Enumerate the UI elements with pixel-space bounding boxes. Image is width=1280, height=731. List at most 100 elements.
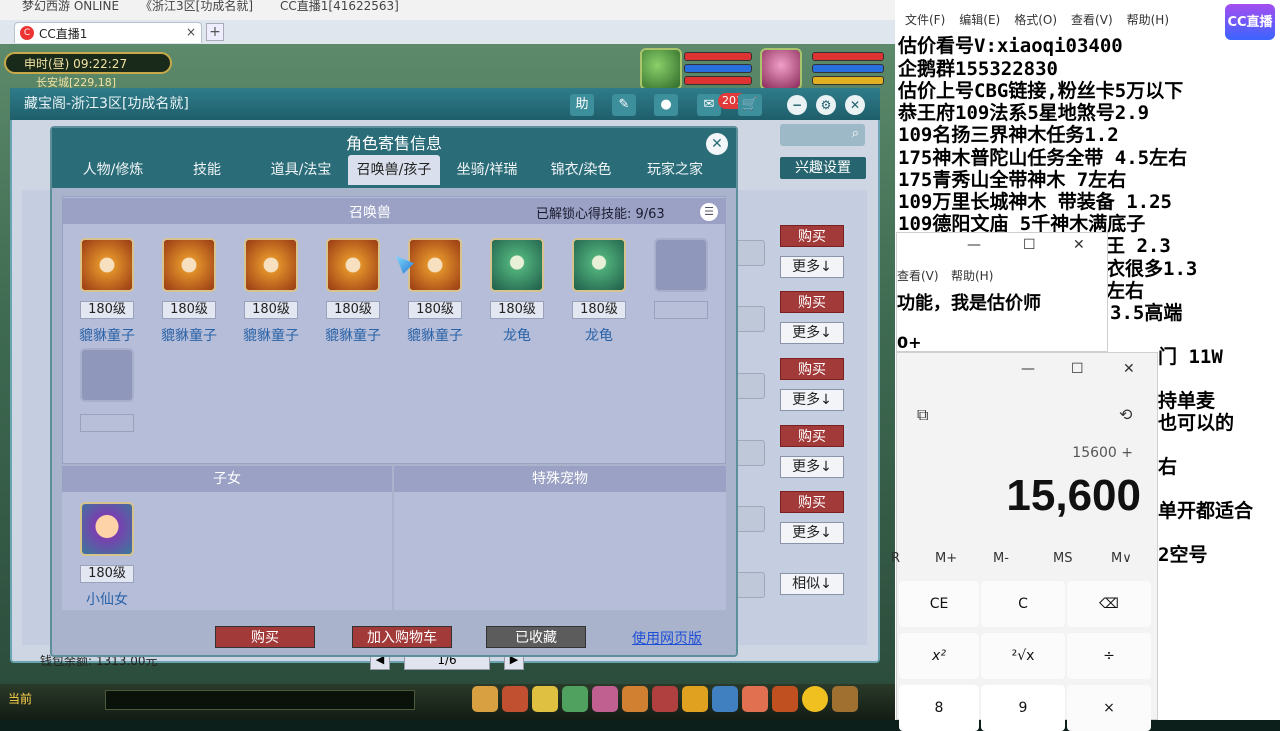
row-cart-icon[interactable] [735, 440, 765, 466]
row-more-button[interactable]: 更多↓ [780, 389, 844, 411]
menu-file[interactable]: 文件(F) [905, 13, 945, 27]
tab-items[interactable]: 道具/法宝 [254, 155, 348, 185]
row-more-button[interactable]: 更多↓ [780, 522, 844, 544]
tab-pets[interactable]: 召唤兽/孩子 [348, 155, 440, 185]
row-buy-button[interactable]: 购买 [780, 291, 844, 313]
pixiu-child-image[interactable] [244, 238, 298, 292]
pixiu-child-image[interactable] [326, 238, 380, 292]
row-cart-icon[interactable] [735, 306, 765, 332]
friend-icon[interactable] [682, 686, 708, 712]
chat-channel-current[interactable]: 当前 [8, 690, 32, 707]
emoji-icon[interactable] [802, 686, 828, 712]
pet-name[interactable]: 龙龟 [478, 325, 556, 345]
list-icon[interactable]: ☰ [700, 203, 718, 221]
win2-menu-help[interactable]: 帮助(H) [951, 267, 993, 284]
record-icon[interactable]: ● [654, 94, 678, 116]
pet-icon[interactable] [592, 686, 618, 712]
chat-input[interactable] [105, 690, 415, 710]
pet-name[interactable]: 貔貅童子 [396, 325, 474, 345]
menu-help[interactable]: 帮助(H) [1127, 13, 1169, 27]
kid-name[interactable]: 小仙女 [68, 589, 146, 609]
row-cart-icon[interactable] [735, 240, 765, 266]
row-cart-icon[interactable] [735, 373, 765, 399]
skill-icon[interactable] [562, 686, 588, 712]
close-icon[interactable]: ✕ [1123, 361, 1135, 377]
row-buy-button[interactable]: 购买 [780, 358, 844, 380]
modal-buy-button[interactable]: 购买 [215, 626, 315, 648]
dragon-turtle-image[interactable] [490, 238, 544, 292]
history-icon[interactable]: ⟲ [1119, 405, 1132, 424]
menu-view[interactable]: 查看(V) [1071, 13, 1113, 27]
cart-icon[interactable]: 🛒 [738, 94, 762, 116]
minimize-icon[interactable]: — [967, 237, 981, 253]
search-box[interactable]: ⌕ [780, 124, 865, 146]
row-cart-icon[interactable] [735, 506, 765, 532]
menu-format[interactable]: 格式(O) [1014, 13, 1057, 27]
gift-icon[interactable] [502, 686, 528, 712]
close-icon[interactable]: ✕ [1073, 237, 1085, 253]
calc-c-button[interactable]: C [981, 581, 1065, 627]
row-cart-icon[interactable] [735, 572, 765, 598]
tab-character[interactable]: 人物/修炼 [66, 155, 160, 185]
minimize-icon[interactable]: − [787, 95, 807, 115]
pet-card[interactable]: 180级 貔貅童子 [324, 238, 384, 353]
keep-on-top-icon[interactable]: ⧉ [917, 405, 928, 425]
kid-card[interactable]: 180级 小仙女 [78, 502, 138, 617]
row-more-button[interactable]: 更多↓ [780, 256, 844, 278]
dragon-turtle-image[interactable] [572, 238, 626, 292]
minimize-icon[interactable]: — [1021, 361, 1035, 377]
pixiu-child-image[interactable] [80, 238, 134, 292]
chat-icon[interactable]: ✉ [697, 94, 721, 116]
pet-name[interactable]: 貔貅童子 [150, 325, 228, 345]
close-icon[interactable]: ✕ [845, 95, 865, 115]
calc-sqrt-button[interactable]: ²√x [981, 633, 1065, 679]
row-more-button[interactable]: 更多↓ [780, 322, 844, 344]
pet-card[interactable]: 180级 貔貅童子 [78, 238, 138, 353]
tab-mounts[interactable]: 坐骑/祥瑞 [440, 155, 534, 185]
row-more-button[interactable]: 更多↓ [780, 456, 844, 478]
calc-ce-button[interactable]: CE [899, 581, 979, 627]
pet-name[interactable]: 貔貅童子 [68, 325, 146, 345]
pet-name[interactable]: 龙龟 [560, 325, 638, 345]
add-to-cart-button[interactable]: 加入购物车 [352, 626, 452, 648]
row-similar-button[interactable]: 相似↓ [780, 573, 844, 595]
calc-9-button[interactable]: 9 [981, 685, 1065, 731]
win2-menu-view[interactable]: 查看(V) [897, 267, 939, 284]
close-tab-icon[interactable]: × [186, 25, 196, 39]
menu-edit[interactable]: 编辑(E) [959, 13, 1000, 27]
pin-icon[interactable]: ✎ [612, 94, 636, 116]
pixiu-child-image[interactable] [162, 238, 216, 292]
pet-card[interactable]: 180级 貔貅童子 [160, 238, 220, 353]
maximize-icon[interactable]: ☐ [1071, 361, 1084, 377]
calc-square-button[interactable]: x² [899, 633, 979, 679]
kid-fairy-girl-image[interactable] [80, 502, 134, 556]
pet-name[interactable]: 貔貅童子 [314, 325, 392, 345]
row-buy-button[interactable]: 购买 [780, 225, 844, 247]
pet-card[interactable]: 180级 貔貅童子 [406, 238, 466, 353]
pet-portrait[interactable] [640, 48, 682, 90]
maximize-icon[interactable]: ☐ [1023, 237, 1036, 253]
new-tab-button[interactable]: + [206, 23, 224, 41]
bag-icon[interactable] [472, 686, 498, 712]
pet-card[interactable]: 180级 龙龟 [570, 238, 630, 353]
task-icon[interactable] [622, 686, 648, 712]
pet-card[interactable]: 180级 貔貅童子 [242, 238, 302, 353]
activity-icon[interactable] [772, 686, 798, 712]
settings-icon[interactable]: ⚙ [816, 95, 836, 115]
search-icon[interactable]: ⌕ [852, 126, 859, 141]
pixiu-child-image[interactable] [408, 238, 462, 292]
mem-clear-button[interactable]: R [891, 551, 900, 566]
calc-multiply-button[interactable]: × [1067, 685, 1151, 731]
interest-settings-button[interactable]: 兴趣设置 [780, 157, 866, 179]
modal-close-icon[interactable]: ✕ [706, 133, 728, 155]
calc-divide-button[interactable]: ÷ [1067, 633, 1151, 679]
mem-subtract-button[interactable]: M- [993, 551, 1009, 566]
team-icon[interactable] [532, 686, 558, 712]
calc-backspace-button[interactable]: ⌫ [1067, 581, 1151, 627]
tab-skills[interactable]: 技能 [160, 155, 254, 185]
collected-button[interactable]: 已收藏 [486, 626, 586, 648]
pet-card[interactable]: 180级 龙龟 [488, 238, 548, 353]
tab-outfits[interactable]: 锦衣/染色 [534, 155, 628, 185]
browser-tab-cc[interactable]: C CC直播1 × [14, 22, 202, 43]
system-icon[interactable] [832, 686, 858, 712]
